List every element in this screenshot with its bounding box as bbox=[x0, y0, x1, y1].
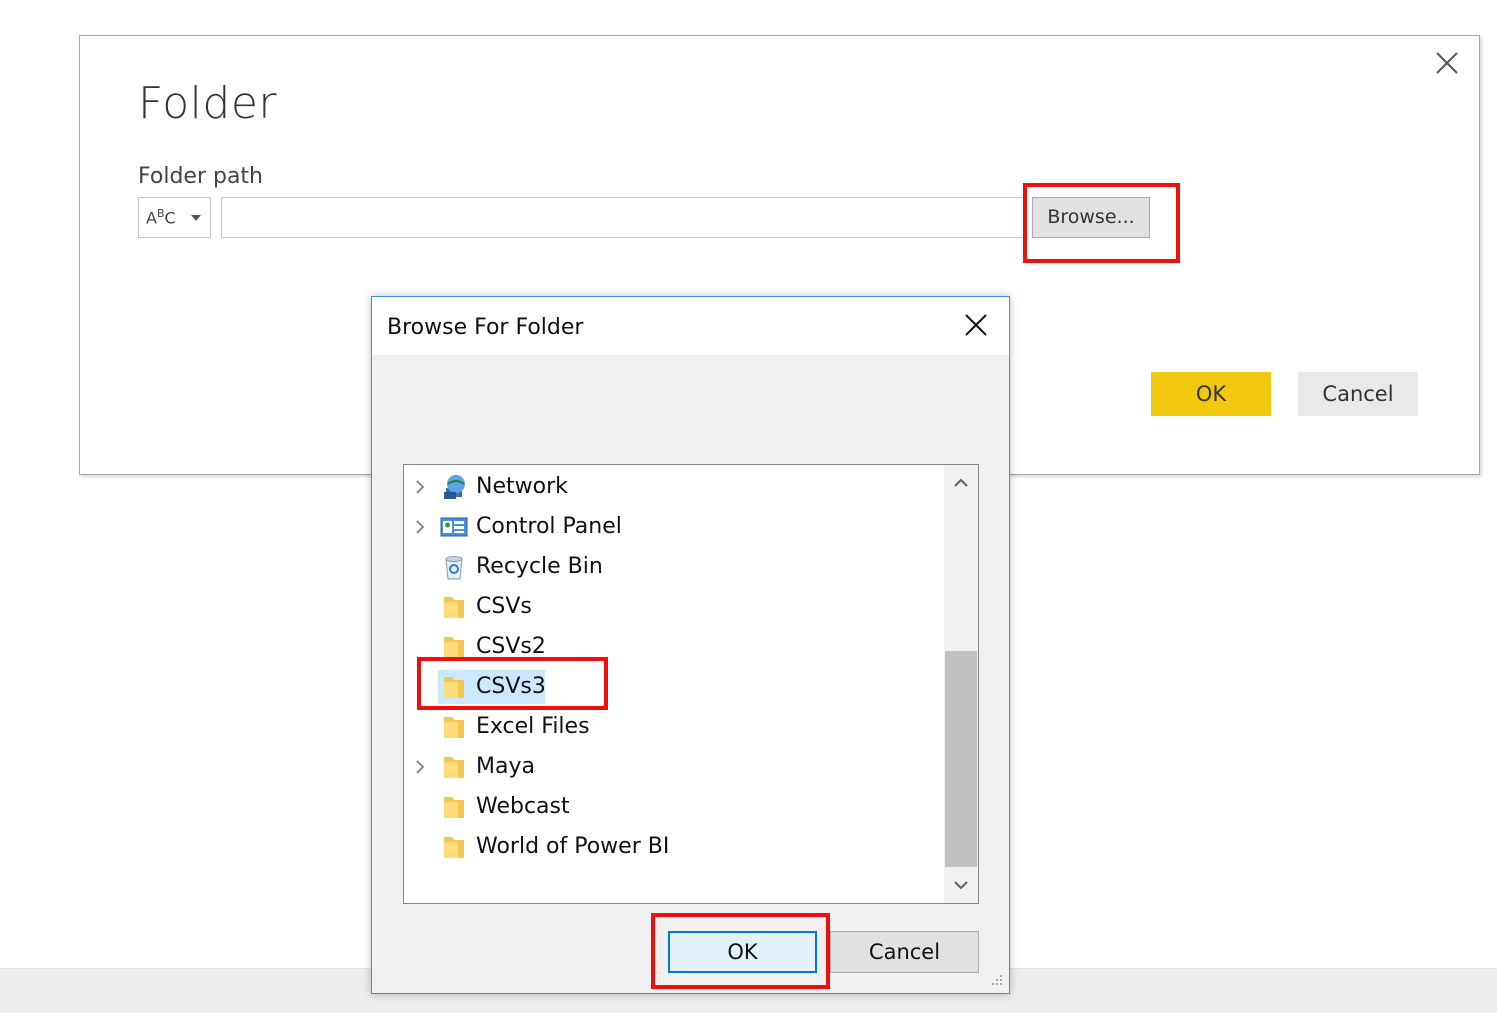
folder-icon bbox=[444, 717, 464, 738]
folder-icon bbox=[444, 677, 464, 698]
tree-item-world-of-power-bi[interactable]: World of Power BI bbox=[404, 827, 944, 867]
tree-item-label: CSVs bbox=[476, 594, 532, 619]
tree-item-label: Control Panel bbox=[476, 514, 622, 539]
folder-icon bbox=[444, 597, 464, 618]
tree-item-label: Network bbox=[476, 474, 568, 499]
scroll-up-icon[interactable] bbox=[944, 465, 978, 501]
network-icon bbox=[444, 475, 465, 499]
scroll-down-icon[interactable] bbox=[944, 867, 978, 903]
type-selector[interactable]: ABC bbox=[138, 197, 211, 238]
browse-button[interactable]: Browse... bbox=[1032, 197, 1150, 238]
chevron-right-icon[interactable] bbox=[413, 520, 427, 534]
tree-item-control-panel[interactable]: Control Panel bbox=[404, 507, 944, 547]
folder-icon bbox=[444, 797, 464, 818]
recycle-bin-icon bbox=[445, 556, 463, 580]
browse-ok-button[interactable]: OK bbox=[668, 931, 817, 973]
tree-item-recycle-bin[interactable]: Recycle Bin bbox=[404, 547, 944, 587]
tree-item-maya[interactable]: Maya bbox=[404, 747, 944, 787]
tree-item-label: Excel Files bbox=[476, 714, 590, 739]
tree-item-label: Webcast bbox=[476, 794, 570, 819]
tree-item-label: Maya bbox=[476, 754, 535, 779]
chevron-right-icon[interactable] bbox=[413, 760, 427, 774]
text-type-icon: ABC bbox=[146, 207, 176, 228]
folder-icon bbox=[444, 757, 464, 778]
folder-path-label: Folder path bbox=[138, 164, 263, 189]
resize-grip-icon[interactable] bbox=[988, 973, 1004, 989]
tree-item-label: CSVs3 bbox=[476, 674, 546, 699]
control-panel-icon bbox=[440, 517, 468, 537]
vertical-scrollbar[interactable] bbox=[944, 465, 978, 903]
cancel-button[interactable]: Cancel bbox=[1298, 372, 1418, 416]
tree-item-label: CSVs2 bbox=[476, 634, 546, 659]
browse-for-folder-dialog: Browse For Folder Network Control Panel … bbox=[371, 296, 1010, 994]
close-icon[interactable] bbox=[1434, 50, 1460, 76]
tree-item-network[interactable]: Network bbox=[404, 467, 944, 507]
folder-icon bbox=[444, 637, 464, 658]
tree-item-excel-files[interactable]: Excel Files bbox=[404, 707, 944, 747]
tree-item-csvs2[interactable]: CSVs2 bbox=[404, 627, 944, 667]
tree-item-csvs3[interactable]: CSVs3 bbox=[404, 667, 944, 707]
title-bar: Browse For Folder bbox=[372, 297, 1009, 355]
tree-item-label: World of Power BI bbox=[476, 834, 670, 859]
dialog-title: Folder bbox=[138, 78, 277, 129]
tree-item-label: Recycle Bin bbox=[476, 554, 603, 579]
chevron-right-icon[interactable] bbox=[413, 480, 427, 494]
tree-item-webcast[interactable]: Webcast bbox=[404, 787, 944, 827]
chevron-down-icon bbox=[191, 215, 201, 221]
browse-dialog-title: Browse For Folder bbox=[387, 315, 584, 340]
close-icon[interactable] bbox=[962, 311, 990, 339]
ok-button[interactable]: OK bbox=[1151, 372, 1271, 416]
scrollbar-thumb[interactable] bbox=[945, 651, 977, 867]
browse-cancel-button[interactable]: Cancel bbox=[830, 931, 979, 973]
folder-icon bbox=[444, 837, 464, 858]
folder-path-input[interactable] bbox=[221, 197, 1024, 238]
folder-tree[interactable]: Network Control Panel Recycle Bin CSVs C… bbox=[403, 464, 979, 904]
tree-item-csvs[interactable]: CSVs bbox=[404, 587, 944, 627]
